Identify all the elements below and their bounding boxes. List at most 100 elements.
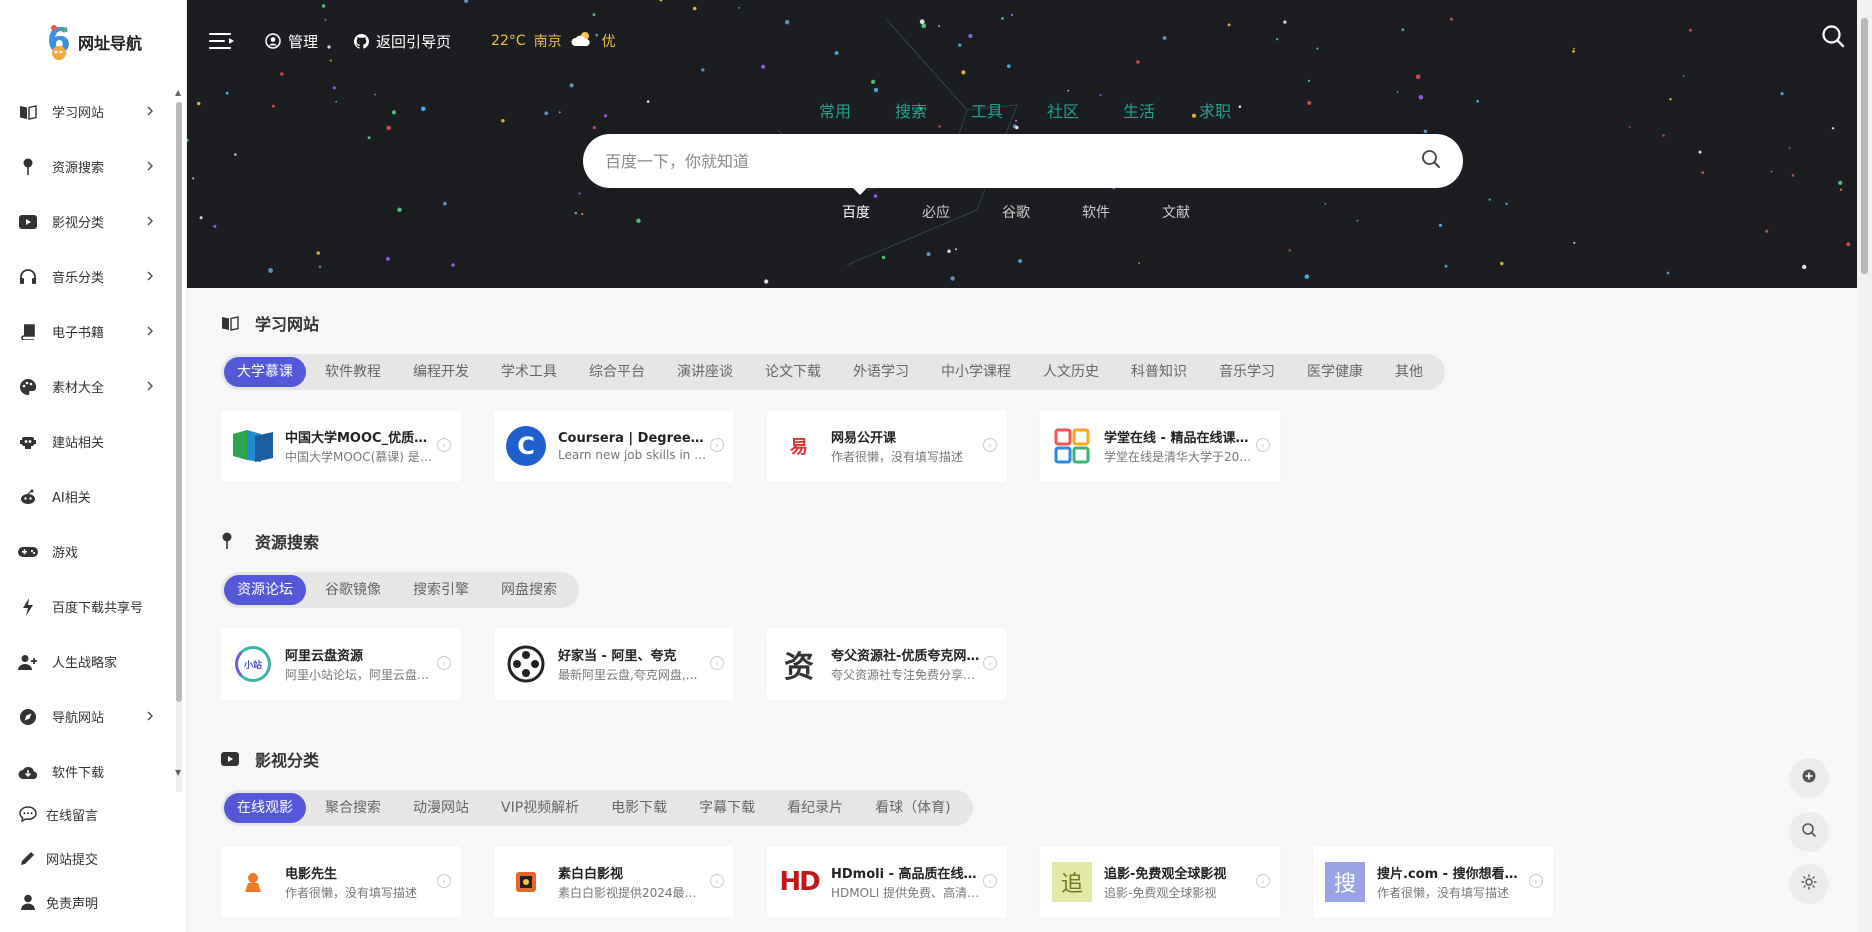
sidebar-item[interactable]: 软件下载 bbox=[0, 744, 170, 799]
section-tab[interactable]: 论文下载 bbox=[752, 357, 834, 387]
section-tab[interactable]: 资源论坛 bbox=[224, 575, 306, 605]
search-icon[interactable] bbox=[1421, 149, 1441, 173]
weather-widget[interactable]: 22°C 南京 优 bbox=[491, 30, 616, 52]
section-tab[interactable]: 医学健康 bbox=[1294, 357, 1376, 387]
search-engine-tab[interactable]: 谷歌 bbox=[996, 202, 1036, 222]
sidebar-footer-item[interactable]: 免责声明 bbox=[0, 880, 170, 924]
search-category-tab[interactable]: 生活 bbox=[1121, 98, 1157, 122]
section-tab[interactable]: 编程开发 bbox=[400, 357, 482, 387]
section-tab[interactable]: 动漫网站 bbox=[400, 793, 482, 823]
search-category-tab[interactable]: 搜索 bbox=[893, 98, 929, 122]
arrow-right-circle-icon[interactable]: › bbox=[710, 656, 724, 670]
menu-toggle-icon[interactable] bbox=[209, 31, 235, 51]
search-category-tab[interactable]: 社区 bbox=[1045, 98, 1081, 122]
search-input[interactable] bbox=[605, 151, 1421, 171]
section-tab[interactable]: 电影下载 bbox=[598, 793, 680, 823]
site-card[interactable]: 追追影-免费观全球影视 追影-免费观全球影视 › bbox=[1040, 846, 1280, 918]
search-category-tab[interactable]: 求职 bbox=[1197, 98, 1233, 122]
search-engine-tab[interactable]: 文献 bbox=[1156, 202, 1196, 222]
sidebar-item[interactable]: 影视分类 bbox=[0, 194, 170, 249]
section-tab[interactable]: 谷歌镜像 bbox=[312, 575, 394, 605]
sidebar-item[interactable]: 音乐分类 bbox=[0, 249, 170, 304]
sidebar-item[interactable]: AI相关 bbox=[0, 469, 170, 524]
section-tab[interactable]: 学术工具 bbox=[488, 357, 570, 387]
section-tab[interactable]: 网盘搜索 bbox=[488, 575, 570, 605]
section-tab[interactable]: 外语学习 bbox=[840, 357, 922, 387]
sidebar: 6 网址导航 学习网站 资源搜索影视分类音乐分类 电子书籍 素材大全 建站相关 AI相关游… bbox=[0, 0, 187, 932]
arrow-right-circle-icon[interactable]: › bbox=[1529, 874, 1543, 888]
sidebar-item[interactable]: 建站相关 bbox=[0, 414, 170, 469]
section-tab[interactable]: 软件教程 bbox=[312, 357, 394, 387]
section-tab[interactable]: VIP视频解析 bbox=[488, 793, 592, 823]
site-card[interactable]: 电影先生 作者很懒，没有填写描述 › bbox=[221, 846, 461, 918]
section-tab[interactable]: 科普知识 bbox=[1118, 357, 1200, 387]
sidebar-scrollbar[interactable]: ▲ ▼ bbox=[174, 88, 184, 792]
arrow-right-circle-icon[interactable]: › bbox=[983, 656, 997, 670]
section-tab[interactable]: 音乐学习 bbox=[1206, 357, 1288, 387]
site-card[interactable]: 小站阿里云盘资源阿里小站论坛，阿里云盘资源分享› bbox=[221, 628, 461, 700]
site-card[interactable]: 素白白影视素白白影视提供2024最新电影电视剧› bbox=[494, 846, 734, 918]
section-tab[interactable]: 综合平台 bbox=[576, 357, 658, 387]
site-card[interactable]: 易网易公开课 作者很懒，没有填写描述 › bbox=[767, 410, 1007, 482]
back-home-link[interactable]: 返回引导页 bbox=[354, 31, 451, 52]
arrow-right-circle-icon[interactable]: › bbox=[710, 874, 724, 888]
site-card-description: 作者很懒，没有填写描述 bbox=[1377, 886, 1510, 900]
section-tab[interactable]: 聚合搜索 bbox=[312, 793, 394, 823]
section-tab[interactable]: 字幕下载 bbox=[686, 793, 768, 823]
admin-link[interactable]: 管理 bbox=[265, 31, 318, 52]
section-tab[interactable]: 搜索引擎 bbox=[400, 575, 482, 605]
site-card[interactable]: 资夸父资源社-优质夸克网盘资源夸父资源社专注免费分享优质资源› bbox=[767, 628, 1007, 700]
site-card[interactable]: 中国大学MOOC_优质在线课程学习平台中国大学MOOC(慕课) 是国内优质的中文… bbox=[221, 410, 461, 482]
sidebar-item[interactable]: 电子书籍 bbox=[0, 304, 170, 359]
sidebar-item[interactable]: 学习网站 bbox=[0, 84, 170, 139]
arrow-right-circle-icon[interactable]: › bbox=[983, 874, 997, 888]
search-category-tab[interactable]: 常用 bbox=[817, 98, 853, 122]
page-scrollbar[interactable] bbox=[1857, 0, 1872, 932]
scrollbar-thumb[interactable] bbox=[176, 102, 182, 702]
site-card[interactable]: C Coursera | Degrees, Certificates, & Fre… bbox=[494, 410, 734, 482]
theme-toggle-button[interactable] bbox=[1789, 864, 1829, 904]
section-tab[interactable]: 中小学课程 bbox=[928, 357, 1024, 387]
sidebar-item[interactable]: 资源搜索 bbox=[0, 139, 170, 194]
scroll-up-arrow-icon[interactable]: ▲ bbox=[175, 88, 181, 97]
arrow-right-circle-icon[interactable]: › bbox=[710, 438, 724, 452]
section-tab[interactable]: 看球（体育) bbox=[862, 793, 963, 823]
section-tab[interactable]: 其他 bbox=[1382, 357, 1436, 387]
arrow-right-circle-icon[interactable]: › bbox=[437, 874, 451, 888]
section-tab[interactable]: 看纪录片 bbox=[774, 793, 856, 823]
sidebar-item[interactable]: 素材大全 bbox=[0, 359, 170, 414]
sidebar-item[interactable]: 百度下载共享号 bbox=[0, 579, 170, 634]
arrow-right-circle-icon[interactable]: › bbox=[437, 438, 451, 452]
sidebar-item[interactable]: 导航网站 bbox=[0, 689, 170, 744]
site-card-description: 素白白影视提供2024最新电影电视剧 bbox=[558, 886, 708, 900]
site-card[interactable]: HD HDmoli - 高品质在线影视 HDMOLI 提供免费、高清在线影视› bbox=[767, 846, 1007, 918]
site-card[interactable]: 好家当 - 阿里、夸克最新阿里云盘,夸克网盘,百度网盘资源› bbox=[494, 628, 734, 700]
sidebar-item[interactable]: 人生战略家 bbox=[0, 634, 170, 689]
sidebar-footer-item[interactable]: 网站提交 bbox=[0, 836, 170, 880]
search-float-button[interactable] bbox=[1789, 812, 1829, 852]
site-card[interactable]: 学堂在线 - 精品在线课程学习平台学堂在线是清华大学于2013年发起建立的慕课平… bbox=[1040, 410, 1280, 482]
page-scrollbar-thumb[interactable] bbox=[1861, 18, 1868, 274]
site-logo[interactable]: 6 网址导航 bbox=[0, 0, 186, 84]
section-tab[interactable]: 人文历史 bbox=[1030, 357, 1112, 387]
site-card-title: 电影先生 bbox=[285, 867, 338, 882]
arrow-right-circle-icon[interactable]: › bbox=[437, 656, 451, 670]
search-engine-tab[interactable]: 软件 bbox=[1076, 202, 1116, 222]
section-tab[interactable]: 演讲座谈 bbox=[664, 357, 746, 387]
search-category-tab[interactable]: 工具 bbox=[969, 98, 1005, 122]
sidebar-item[interactable]: 游戏 bbox=[0, 524, 170, 579]
section-tab[interactable]: 大学慕课 bbox=[224, 357, 306, 387]
sidebar-footer-item[interactable]: 在线留言 bbox=[0, 792, 170, 836]
sidebar-item-label: 影视分类 bbox=[52, 216, 105, 231]
section-tabs: 在线观影 聚合搜索 动漫网站 VIP视频解析 电影下载 字幕下载 看纪录片 看球（体育) bbox=[221, 790, 973, 826]
section-tab[interactable]: 在线观影 bbox=[224, 793, 306, 823]
search-engine-tab[interactable]: 必应 bbox=[916, 202, 956, 222]
search-engine-tab[interactable]: 百度 bbox=[836, 202, 876, 222]
add-button[interactable] bbox=[1789, 758, 1829, 798]
arrow-right-circle-icon[interactable]: › bbox=[983, 438, 997, 452]
arrow-right-circle-icon[interactable]: › bbox=[1256, 438, 1270, 452]
arrow-right-circle-icon[interactable]: › bbox=[1256, 874, 1270, 888]
scroll-down-arrow-icon[interactable]: ▼ bbox=[175, 768, 181, 777]
header-search-icon[interactable] bbox=[1821, 24, 1845, 52]
site-card[interactable]: 搜搜片.com - 搜你想看的影视 作者很懒，没有填写描述 › bbox=[1313, 846, 1553, 918]
